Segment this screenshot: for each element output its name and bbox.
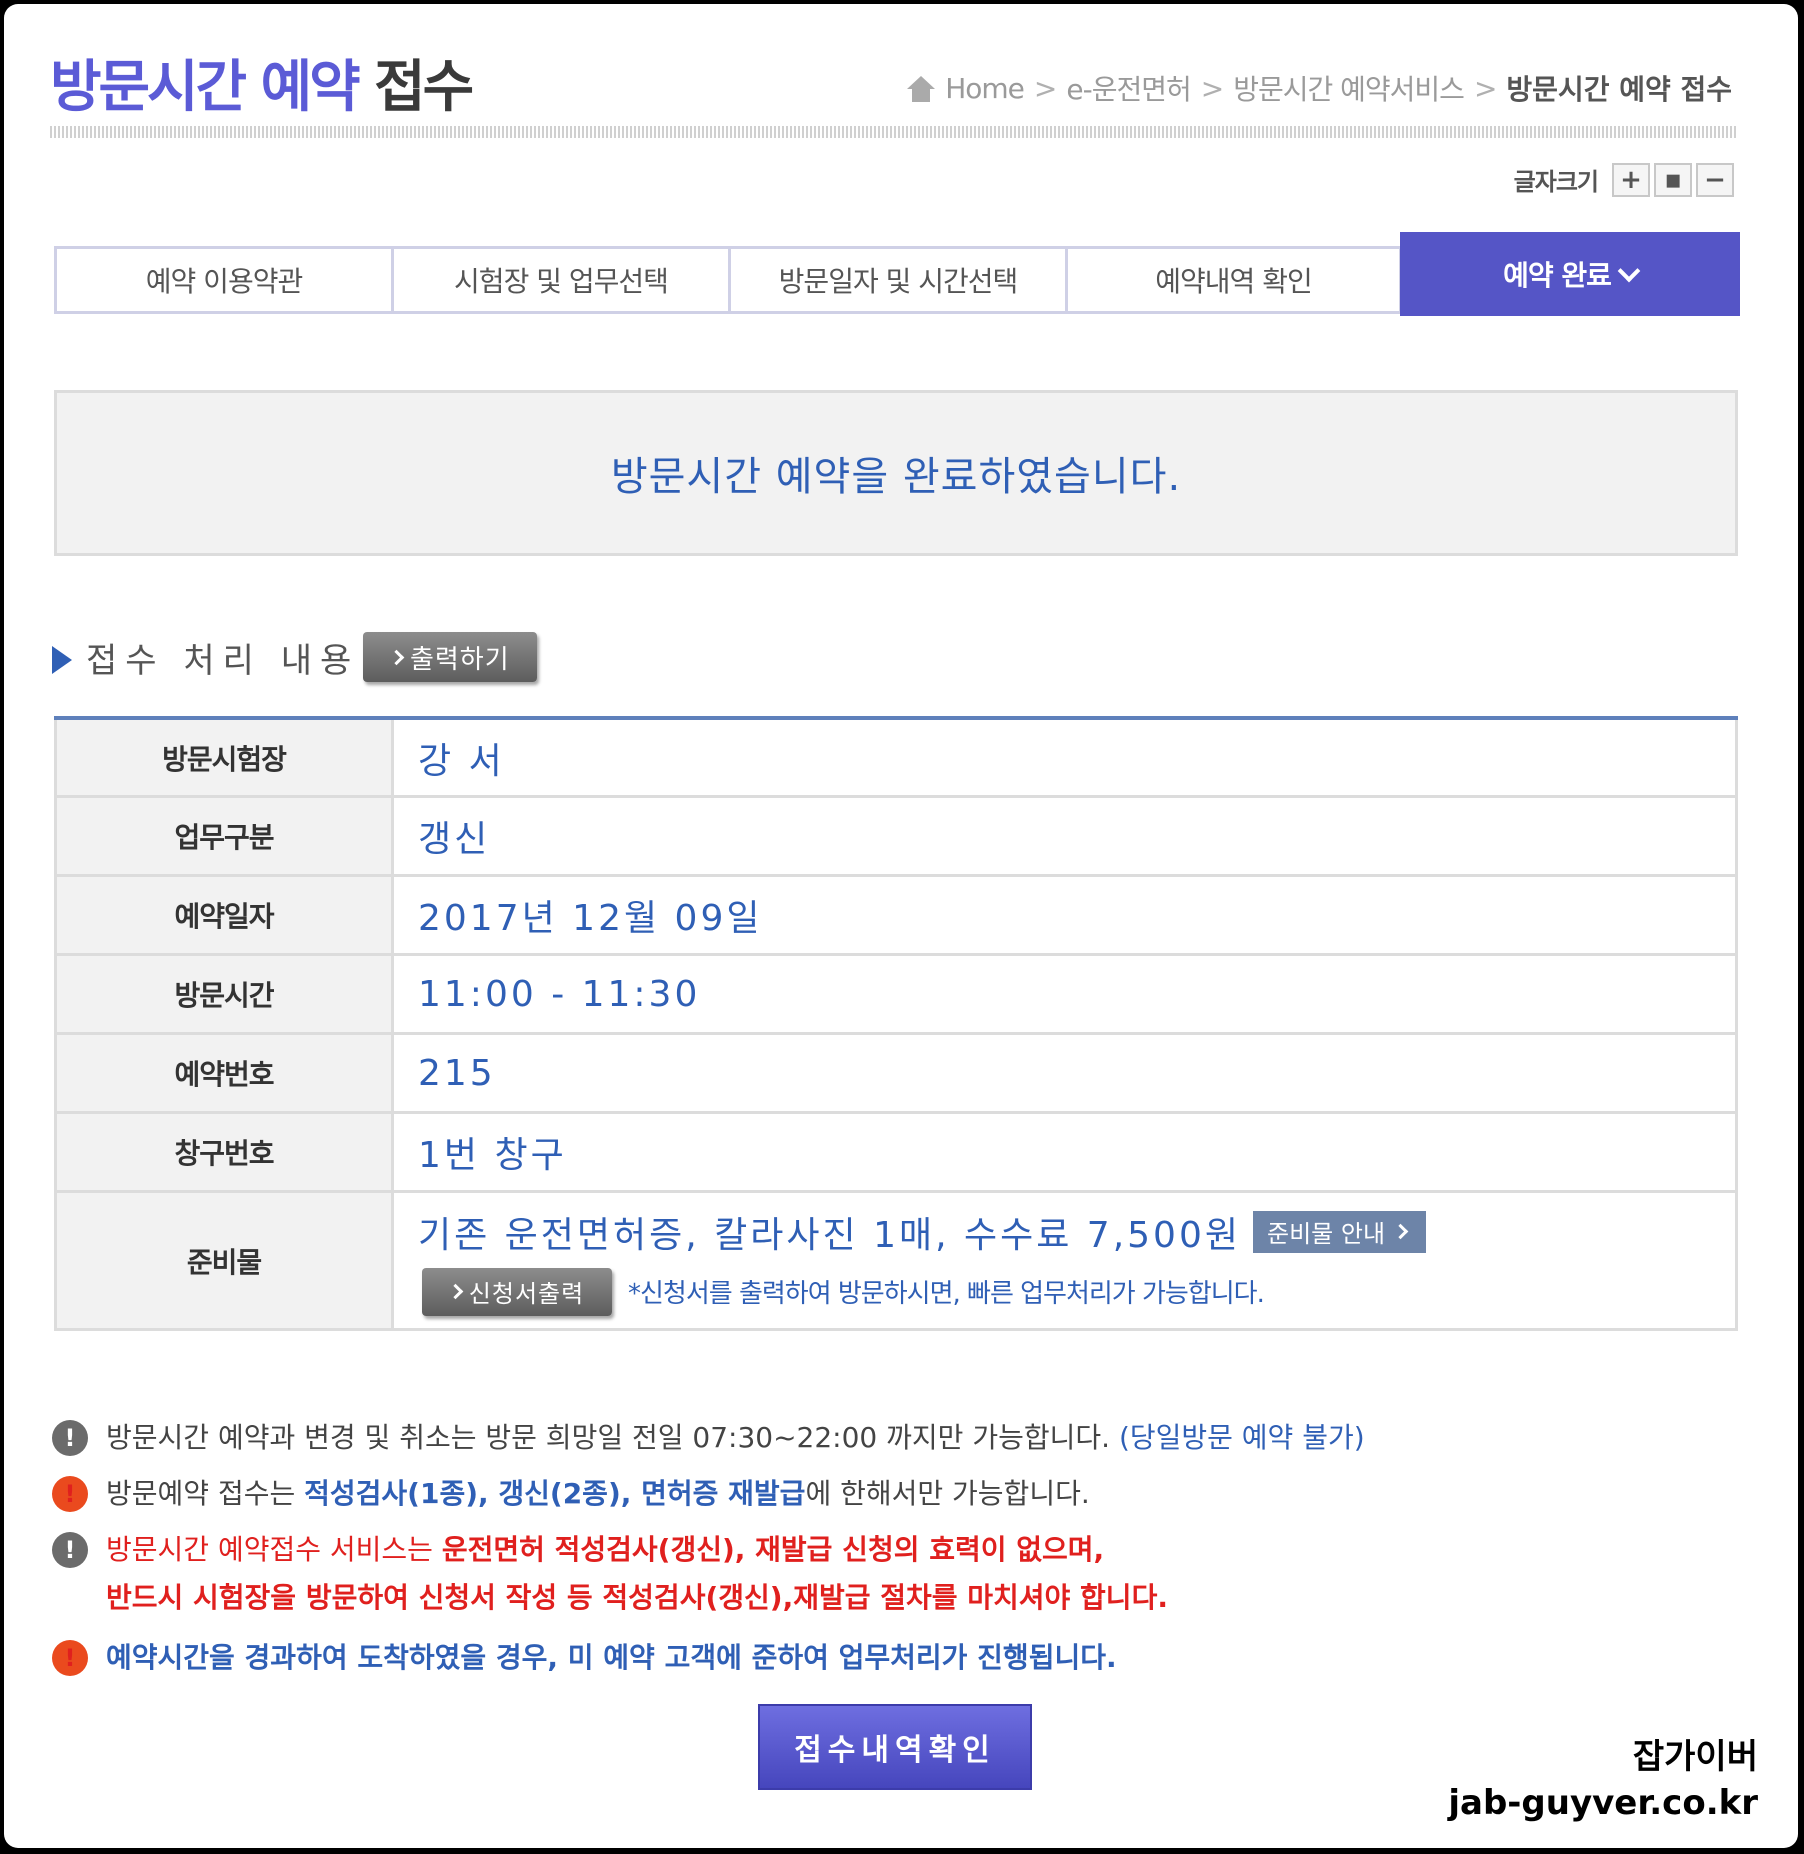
row-label: 방문시간 [57, 956, 394, 1032]
notice-2-bold: 적성검사(1종), 갱신(2종), 면허증 재발급 [304, 1477, 806, 1510]
print-application-button[interactable]: 신청서출력 [422, 1267, 612, 1316]
breadcrumb-item-e-license[interactable]: e-운전면허 [1066, 68, 1191, 108]
breadcrumb: Home > e-운전면허 > 방문시간 예약서비스 > 방문시간 예약 접수 [907, 68, 1732, 108]
step-site-select: 시험장 및 업무선택 [391, 246, 728, 314]
table-row-preparation: 준비물 기존 운전면허증, 칼라사진 1매, 수수료 7,500원 준비물 안내… [54, 1193, 1738, 1331]
font-decrease-button[interactable]: − [1696, 162, 1734, 197]
row-value: 2017년 12월 09일 [418, 898, 763, 939]
prep-guide-label: 준비물 안내 [1267, 1220, 1386, 1248]
step-label: 예약 이용약관 [145, 265, 303, 298]
step-tabs: 예약 이용약관 시험장 및 업무선택 방문일자 및 시간선택 예약내역 확인 예… [54, 232, 1740, 316]
section-title: 접수 처리 내용 [86, 640, 360, 681]
print-button[interactable]: 출력하기 [363, 632, 538, 682]
page-title-accent: 방문시간 예약 [50, 55, 361, 120]
table-row: 예약일자 2017년 12월 09일 [54, 877, 1738, 956]
chevron-down-icon [1617, 259, 1641, 283]
arrow-right-icon [52, 646, 72, 674]
print-button-label: 출력하기 [409, 644, 510, 675]
row-value: 11:00 - 11:30 [418, 973, 701, 1015]
chevron-right-icon [447, 1283, 464, 1300]
table-row: 방문시험장 강 서 [54, 720, 1738, 798]
apply-line: 신청서출력 *신청서를 출력하여 방문하시면, 빠른 업무처리가 가능합니다. [418, 1267, 1265, 1316]
notice-2-pre: 방문예약 접수는 [106, 1477, 305, 1510]
page-title: 방문시간 예약 접수 [50, 42, 474, 123]
reservation-table: 방문시험장 강 서 업무구분 갱신 예약일자 2017년 12월 09일 방문시… [54, 716, 1738, 1331]
prep-items: 기존 운전면허증, 칼라사진 1매, 수수료 7,500원 [418, 1214, 1241, 1256]
notice-item: ! 방문시간 예약과 변경 및 취소는 방문 희망일 전일 07:30~22:0… [52, 1418, 1365, 1458]
breadcrumb-current: 방문시간 예약 접수 [1506, 73, 1732, 106]
notice-1-extra: (당일방문 예약 불가) [1118, 1421, 1365, 1454]
notice-list: ! 방문시간 예약과 변경 및 취소는 방문 희망일 전일 07:30~22:0… [52, 1418, 1365, 1694]
alert-icon: ! [52, 1476, 88, 1512]
watermark-line-1: 잡가이버 [1632, 1737, 1758, 1777]
prep-guide-button[interactable]: 준비물 안내 [1253, 1210, 1427, 1253]
home-icon[interactable] [907, 74, 936, 102]
row-value: 215 [418, 1052, 496, 1094]
alert-icon: ! [52, 1532, 88, 1568]
chevron-right-icon [1392, 1223, 1409, 1240]
table-row: 창구번호 1번 창구 [54, 1114, 1738, 1193]
notice-3-pre: 방문시간 예약접수 서비스는 [106, 1533, 442, 1566]
alert-icon: ! [52, 1420, 88, 1456]
watermark-line-2: jab-guyver.co.kr [1448, 1783, 1758, 1823]
apply-hint: *신청서를 출력하여 방문하시면, 빠른 업무처리가 가능합니다. [628, 1279, 1265, 1309]
step-label: 시험장 및 업무선택 [454, 265, 669, 298]
step-date-select: 방문일자 및 시간선택 [728, 246, 1065, 314]
step-review: 예약내역 확인 [1065, 246, 1402, 314]
row-label: 예약번호 [57, 1035, 394, 1111]
watermark: 잡가이버 jab-guyver.co.kr [1448, 1734, 1758, 1826]
notice-item: ! 방문시간 예약접수 서비스는 운전면허 적성검사(갱신), 재발급 신청의 … [52, 1530, 1365, 1622]
notice-4-text: 예약시간을 경과하여 도착하였을 경우, 미 예약 고객에 준하여 업무처리가 … [106, 1641, 1117, 1674]
step-label: 방문일자 및 시간선택 [778, 265, 1019, 298]
alert-icon: ! [52, 1640, 88, 1676]
page-frame: 방문시간 예약 접수 Home > e-운전면허 > 방문시간 예약서비스 > … [4, 4, 1798, 1848]
font-reset-button[interactable]: ▪ [1654, 162, 1692, 197]
row-label: 방문시험장 [57, 720, 394, 795]
row-label: 창구번호 [57, 1114, 394, 1190]
step-label: 예약 완료 [1503, 259, 1612, 292]
section-header: 접수 처리 내용 출력하기 [52, 632, 538, 682]
notice-item: ! 방문예약 접수는 적성검사(1종), 갱신(2종), 면허증 재발급에 한해… [52, 1474, 1365, 1514]
confirm-reservation-button[interactable]: 접수내역확인 [758, 1704, 1032, 1790]
step-terms: 예약 이용약관 [54, 246, 391, 314]
row-value: 기존 운전면허증, 칼라사진 1매, 수수료 7,500원 준비물 안내 신청서… [394, 1193, 1735, 1328]
step-label: 예약내역 확인 [1155, 265, 1312, 298]
notice-1-text: 방문시간 예약과 변경 및 취소는 방문 희망일 전일 07:30~22:00 … [106, 1421, 1111, 1454]
title-divider [50, 126, 1738, 138]
font-increase-button[interactable]: + [1612, 162, 1650, 197]
notice-2-post: 에 한해서만 가능합니다. [805, 1477, 1090, 1510]
row-label: 업무구분 [57, 798, 394, 874]
step-complete: 예약 완료 [1400, 232, 1740, 316]
row-value: 1번 창구 [418, 1135, 567, 1176]
row-value: 강 서 [418, 740, 505, 782]
notice-3-line2: 반드시 시험장을 방문하여 신청서 작성 등 적성검사(갱신),재발급 절차를 … [106, 1581, 1168, 1614]
table-row: 방문시간 11:00 - 11:30 [54, 956, 1738, 1035]
row-label: 예약일자 [57, 877, 394, 953]
notice-text: 방문시간 예약과 변경 및 취소는 방문 희망일 전일 07:30~22:00 … [106, 1418, 1365, 1458]
notice-text: 방문시간 예약접수 서비스는 운전면허 적성검사(갱신), 재발급 신청의 효력… [106, 1526, 1168, 1622]
notice-item: ! 예약시간을 경과하여 도착하였을 경우, 미 예약 고객에 준하여 업무처리… [52, 1638, 1365, 1678]
breadcrumb-home[interactable]: Home [945, 72, 1025, 105]
font-size-control: 글자크기 + ▪ − [1514, 162, 1734, 197]
breadcrumb-item-reservation-service[interactable]: 방문시간 예약서비스 [1233, 68, 1465, 108]
breadcrumb-separator: > [1200, 71, 1224, 105]
notice-3-bold: 운전면허 적성검사(갱신), 재발급 신청의 효력이 없으며, [441, 1533, 1105, 1566]
row-value: 갱신 [418, 819, 491, 860]
table-row: 업무구분 갱신 [54, 798, 1738, 877]
row-label: 준비물 [57, 1193, 394, 1328]
breadcrumb-separator: > [1473, 71, 1497, 105]
notice-text: 방문예약 접수는 적성검사(1종), 갱신(2종), 면허증 재발급에 한해서만… [106, 1474, 1090, 1514]
table-row: 예약번호 215 [54, 1035, 1738, 1114]
chevron-right-icon [388, 649, 405, 665]
breadcrumb-separator: > [1033, 71, 1057, 105]
font-size-label: 글자크기 [1513, 168, 1599, 196]
completion-message: 방문시간 예약을 완료하였습니다. [54, 390, 1738, 556]
prep-items-line: 기존 운전면허증, 칼라사진 1매, 수수료 7,500원 준비물 안내 [418, 1206, 1427, 1258]
page-title-rest: 접수 [374, 55, 474, 120]
print-application-label: 신청서출력 [468, 1280, 585, 1308]
